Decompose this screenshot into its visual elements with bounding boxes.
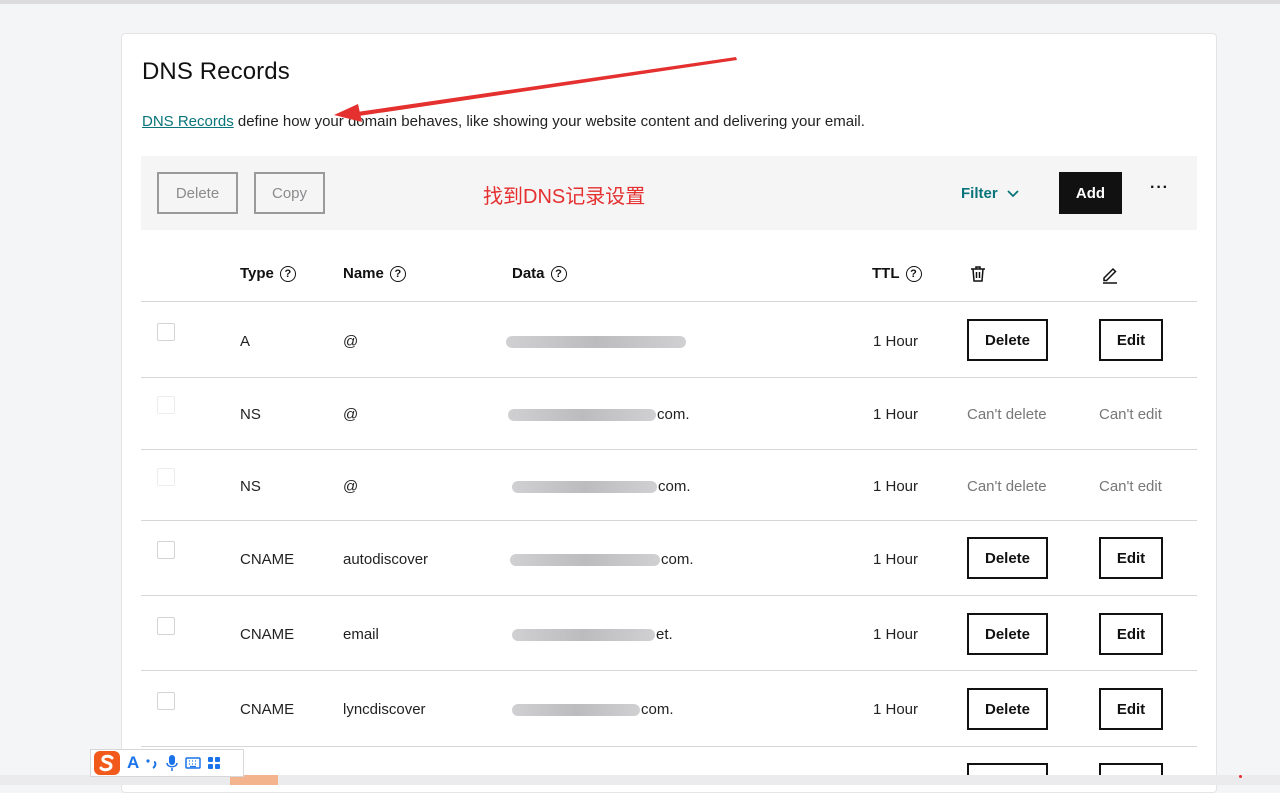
delete-record-button[interactable]: Delete bbox=[967, 688, 1048, 730]
redacted-data bbox=[508, 409, 656, 422]
record-data: et. bbox=[512, 626, 673, 643]
edit-record-button[interactable]: Edit bbox=[1099, 537, 1163, 579]
page-description: DNS Records define how your domain behav… bbox=[142, 113, 865, 130]
record-type: CNAME bbox=[240, 701, 295, 718]
redacted-data bbox=[512, 481, 657, 494]
record-data bbox=[506, 333, 687, 350]
dns-records-link[interactable]: DNS Records bbox=[142, 113, 234, 130]
annotation-text: 找到DNS记录设置 bbox=[483, 186, 646, 208]
bulk-copy-button[interactable]: Copy bbox=[254, 172, 325, 214]
column-header-data: Data ? bbox=[512, 265, 567, 282]
record-ttl: 1 Hour bbox=[873, 551, 919, 568]
row-divider bbox=[141, 449, 1197, 450]
record-ttl: 1 Hour bbox=[873, 333, 919, 350]
row-checkbox[interactable] bbox=[157, 617, 175, 635]
row-checkbox bbox=[157, 468, 175, 486]
column-ttl-label: TTL bbox=[872, 265, 900, 282]
record-name: email bbox=[343, 626, 379, 643]
ime-toolbar: A bbox=[90, 749, 244, 777]
delete-record-button[interactable]: Delete bbox=[967, 537, 1048, 579]
filter-dropdown[interactable]: Filter bbox=[961, 185, 1019, 202]
delete-record-button[interactable]: Delete bbox=[967, 613, 1048, 655]
column-header-ttl: TTL ? bbox=[872, 265, 922, 282]
chevron-down-icon bbox=[1007, 189, 1019, 197]
help-icon[interactable]: ? bbox=[279, 265, 296, 282]
bulk-delete-button[interactable]: Delete bbox=[157, 172, 238, 214]
pencil-icon bbox=[1103, 267, 1117, 284]
browser-top-edge bbox=[0, 0, 1280, 4]
cant-delete-text: Can't delete bbox=[967, 478, 1047, 495]
row-divider bbox=[141, 746, 1197, 747]
cant-edit-text: Can't edit bbox=[1099, 478, 1162, 495]
edit-record-button[interactable]: Edit bbox=[1099, 613, 1163, 655]
keyboard-icon[interactable] bbox=[185, 756, 202, 770]
record-name: lyncdiscover bbox=[343, 701, 426, 718]
record-type: A bbox=[240, 333, 251, 350]
add-record-button[interactable]: Add bbox=[1059, 172, 1122, 214]
notification-dot bbox=[1239, 775, 1242, 778]
record-name: autodiscover bbox=[343, 551, 429, 568]
help-icon[interactable]: ? bbox=[389, 265, 406, 282]
record-type: NS bbox=[240, 406, 261, 423]
filter-label: Filter bbox=[961, 185, 998, 202]
help-icon[interactable]: ? bbox=[550, 265, 567, 282]
ime-mode-indicator[interactable]: A bbox=[127, 753, 139, 773]
column-type-label: Type bbox=[240, 265, 274, 282]
record-type: NS bbox=[240, 478, 261, 495]
redacted-data bbox=[512, 704, 640, 717]
row-checkbox[interactable] bbox=[157, 692, 175, 710]
header-divider bbox=[141, 301, 1197, 303]
help-icon[interactable]: ? bbox=[905, 265, 922, 282]
record-data: com. bbox=[510, 551, 694, 568]
cant-delete-text: Can't delete bbox=[967, 406, 1047, 423]
column-header-name: Name ? bbox=[343, 265, 406, 282]
redacted-data bbox=[506, 336, 686, 349]
record-name: @ bbox=[343, 333, 359, 350]
record-name: @ bbox=[343, 478, 359, 495]
more-options-icon[interactable]: ··· bbox=[1150, 179, 1169, 197]
redacted-data bbox=[512, 629, 655, 642]
record-data: com. bbox=[508, 406, 690, 423]
edit-record-button[interactable]: Edit bbox=[1099, 688, 1163, 730]
toolbox-icon[interactable] bbox=[207, 756, 221, 770]
record-data: com. bbox=[512, 701, 674, 718]
redacted-data bbox=[510, 554, 660, 567]
delete-record-button[interactable]: Delete bbox=[967, 319, 1048, 361]
record-ttl: 1 Hour bbox=[873, 406, 919, 423]
record-data: com. bbox=[512, 478, 691, 495]
row-divider bbox=[141, 595, 1197, 596]
column-data-label: Data bbox=[512, 265, 545, 282]
row-checkbox[interactable] bbox=[157, 541, 175, 559]
row-divider bbox=[141, 377, 1197, 378]
trash-icon bbox=[971, 266, 985, 282]
cant-edit-text: Can't edit bbox=[1099, 406, 1162, 423]
row-checkbox bbox=[157, 396, 175, 414]
microphone-icon[interactable] bbox=[165, 754, 179, 772]
record-type: CNAME bbox=[240, 626, 295, 643]
record-name: @ bbox=[343, 406, 359, 423]
record-ttl: 1 Hour bbox=[873, 478, 919, 495]
column-header-type: Type ? bbox=[240, 265, 296, 282]
punctuation-icon[interactable] bbox=[145, 755, 159, 771]
record-type: CNAME bbox=[240, 551, 295, 568]
page-title: DNS Records bbox=[142, 58, 290, 85]
record-ttl: 1 Hour bbox=[873, 626, 919, 643]
row-checkbox[interactable] bbox=[157, 323, 175, 341]
row-divider bbox=[141, 520, 1197, 521]
description-text: define how your domain behaves, like sho… bbox=[233, 113, 865, 130]
column-name-label: Name bbox=[343, 265, 384, 282]
edit-record-button[interactable]: Edit bbox=[1099, 319, 1163, 361]
record-ttl: 1 Hour bbox=[873, 701, 919, 718]
sogou-logo-icon[interactable] bbox=[93, 750, 121, 776]
row-divider bbox=[141, 670, 1197, 671]
